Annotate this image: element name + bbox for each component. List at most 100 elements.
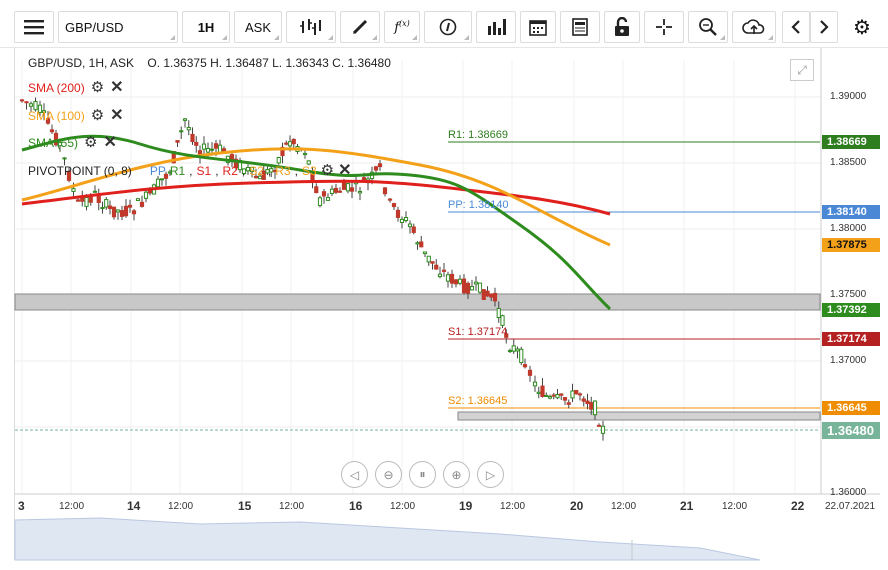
scroll-left-icon: ◁ [349, 467, 360, 482]
legend-pivot[interactable]: PIVOTPOINT (0, 8) PP R1, S1, R2, S2, R3,… [28, 163, 352, 179]
candle-body [522, 364, 528, 368]
zoom-in-button[interactable]: ⊕ [443, 461, 470, 488]
x-axis-label: 12:00 [59, 501, 85, 512]
candle-body [104, 199, 109, 208]
pivot-tag-r1: R1 [169, 164, 186, 178]
y-axis-label: 1.38000 [830, 223, 867, 234]
candle-body [536, 391, 541, 394]
candle-body [566, 402, 571, 405]
candle-body [201, 143, 207, 150]
reset-icon: ⏸ [419, 467, 426, 481]
candle-body [333, 187, 339, 193]
legend-sma-55[interactable]: SMA (55) ⚙ ✕ [28, 135, 117, 151]
candle-body [179, 130, 184, 133]
gear-icon[interactable]: ⚙ [321, 163, 334, 178]
candle-body [415, 242, 420, 245]
candle-body [182, 118, 188, 121]
x-axis-label: 22 [791, 499, 805, 513]
candle-body [373, 166, 379, 171]
candle-body [481, 289, 486, 300]
y-axis-label: 1.37500 [830, 289, 867, 300]
scroll-right-button[interactable]: ▷ [477, 461, 504, 488]
ohlc-header: GBP/USD, 1H, ASK O. 1.36375 H. 1.36487 L… [28, 56, 391, 70]
x-axis-label: 16 [349, 499, 363, 513]
candle-body [123, 205, 129, 217]
candle-body [445, 274, 451, 282]
x-axis-label: 12:00 [611, 501, 637, 512]
gear-icon[interactable]: ⚙ [91, 108, 104, 123]
candle-body [527, 369, 533, 376]
pivot-tag-s3: S3 [301, 164, 317, 178]
candle-body [562, 397, 568, 401]
candle-body [430, 261, 435, 264]
x-axis-label: 12:00 [279, 501, 305, 512]
candle-body [399, 218, 405, 223]
gear-icon[interactable]: ⚙ [91, 80, 104, 95]
candle-body [84, 197, 89, 207]
candle-body [284, 142, 289, 145]
candle-body [276, 157, 281, 164]
candle-body [395, 209, 401, 218]
candle-body [345, 183, 351, 192]
candle-body [547, 396, 553, 399]
candle-body [477, 282, 483, 293]
pivot-tag-pp: PP [149, 164, 166, 178]
expand-button[interactable]: ⤢ [790, 59, 814, 81]
candle-body [194, 141, 199, 146]
scroll-left-button[interactable]: ◁ [341, 461, 368, 488]
sma-55-line [21, 134, 612, 311]
candle-body [600, 425, 606, 434]
close-icon[interactable]: ✕ [110, 108, 123, 124]
support-zone-small [457, 411, 821, 421]
candle-body [532, 381, 538, 387]
candle-body [457, 278, 463, 284]
candle-body [585, 400, 590, 405]
zoom-out-icon: ⊖ [383, 467, 394, 482]
zoom-out-button[interactable]: ⊖ [375, 461, 402, 488]
close-icon[interactable]: ✕ [110, 80, 123, 96]
close-icon[interactable]: ✕ [338, 163, 351, 179]
candle-body [592, 400, 598, 416]
candle-body [341, 182, 347, 190]
r1-label: R1: 1.38669 [448, 129, 508, 141]
gear-icon[interactable]: ⚙ [84, 135, 97, 150]
candle-body [434, 264, 439, 270]
candle-body [314, 186, 319, 194]
candle-body [111, 206, 117, 218]
candle-body [500, 315, 505, 326]
candle-body [186, 126, 191, 131]
chart-navigation: ◁ ⊖ ⏸ ⊕ ▷ [341, 461, 504, 488]
sma-55-label: SMA (55) [28, 136, 79, 150]
candle-body [131, 210, 137, 215]
candle-body [574, 389, 579, 395]
candle-body [119, 210, 125, 217]
last-price-tag: 1.36480 [822, 422, 880, 439]
candle-body [411, 226, 416, 233]
sma-100-price-tag: 1.37875 [822, 238, 880, 252]
x-axis-label: 12:00 [390, 501, 416, 512]
x-axis-label: 20 [570, 499, 584, 513]
reset-button[interactable]: ⏸ [409, 461, 436, 488]
candle-body [419, 241, 424, 248]
candle-body [96, 195, 101, 203]
pivot-tag-r3: R3 [275, 164, 291, 178]
candle-body [559, 393, 564, 396]
candle-body [596, 424, 602, 427]
candle-body [377, 163, 383, 168]
pp-price-tag: 1.38140 [822, 205, 880, 219]
y-axis-label: 1.37000 [830, 355, 867, 366]
legend-sma-200[interactable]: SMA (200) ⚙ ✕ [28, 80, 124, 96]
candle-body [589, 402, 594, 410]
x-axis-label: 15 [238, 499, 252, 513]
candle-body [325, 197, 331, 201]
sma-200-label: SMA (200) [28, 81, 85, 95]
candle-body [155, 178, 161, 188]
y-axis-label: 1.39000 [830, 91, 867, 102]
candle-body [577, 393, 583, 396]
legend-sma-100[interactable]: SMA (100) ⚙ ✕ [28, 108, 124, 124]
candle-body [507, 350, 513, 353]
candle-body [302, 152, 308, 156]
candle-body [519, 348, 524, 364]
close-icon[interactable]: ✕ [103, 135, 116, 151]
y-axis-label: 1.36000 [830, 487, 867, 498]
